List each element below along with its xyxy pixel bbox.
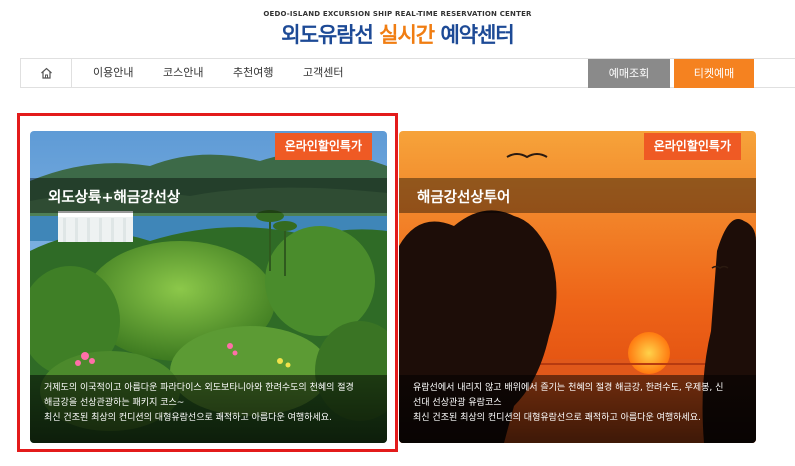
card-title: 해금강선상투어: [417, 190, 511, 206]
nav-item-customer-center[interactable]: 고객센터: [303, 59, 343, 87]
card-description: 거제도의 이국적이고 아름다운 파라다이스 외도보타니아와 한려수도의 천혜의 …: [30, 375, 387, 443]
course-card-haegeumgang-cruise[interactable]: 온라인할인특가 해금강선상투어 유람선에서 내리지 않고 배위에서 즐기는 천혜…: [399, 131, 756, 443]
nav-item-usage-guide[interactable]: 이용안내: [93, 59, 133, 87]
discount-badge: 온라인할인특가: [643, 133, 741, 160]
discount-badge: 온라인할인특가: [274, 133, 372, 160]
ticket-booking-button[interactable]: 티켓예매: [674, 59, 754, 88]
logo-subtitle: OEDO-ISLAND EXCURSION SHIP REAL-TIME RES…: [263, 10, 532, 18]
logo-title: 외도유람선 실시간 예약센터: [0, 19, 795, 49]
nav-item-recommended-trips[interactable]: 추천여행: [233, 59, 273, 87]
logo-title-part2: 실시간: [379, 23, 435, 47]
card-description-line: 최신 건조된 최상의 컨디션의 대형유람선으로 쾌적하고 아름다운 여행하세요.: [44, 413, 332, 423]
card-description-line: 거제도의 이국적이고 아름다운 파라다이스 외도보타니아와 한려수도의 천혜의 …: [44, 383, 354, 393]
course-card-oedo-landing[interactable]: 온라인할인특가 외도상륙+해금강선상 거제도의 이국적이고 아름다운 파라다이스…: [30, 131, 387, 443]
logo-title-part3: 예약센터: [440, 23, 514, 47]
logo-title-part1: 외도유람선: [281, 23, 374, 47]
home-icon: [40, 67, 52, 79]
reservation-inquiry-button[interactable]: 예매조회: [588, 59, 670, 88]
card-description: 유람선에서 내리지 않고 배위에서 즐기는 천혜의 절경 해금강, 한려수도, …: [399, 375, 756, 443]
card-description-line: 선대 선상관광 유람코스: [413, 398, 502, 408]
site-logo[interactable]: OEDO-ISLAND EXCURSION SHIP REAL-TIME RES…: [0, 10, 795, 49]
main-nav: 이용안내 코스안내 추천여행 고객센터 예매조회 티켓예매: [20, 58, 795, 88]
card-description-line: 해금강을 선상관광하는 패키지 코스~: [44, 398, 185, 408]
card-description-line: 유람선에서 내리지 않고 배위에서 즐기는 천혜의 절경 해금강, 한려수도, …: [413, 383, 724, 393]
home-button[interactable]: [20, 59, 72, 87]
card-description-line: 최신 건조된 최상의 컨디션의 대형유람선으로 쾌적하고 아름다운 여행하세요.: [413, 413, 701, 423]
card-title: 외도상륙+해금강선상: [48, 190, 181, 206]
nav-item-course-guide[interactable]: 코스안내: [163, 59, 203, 87]
